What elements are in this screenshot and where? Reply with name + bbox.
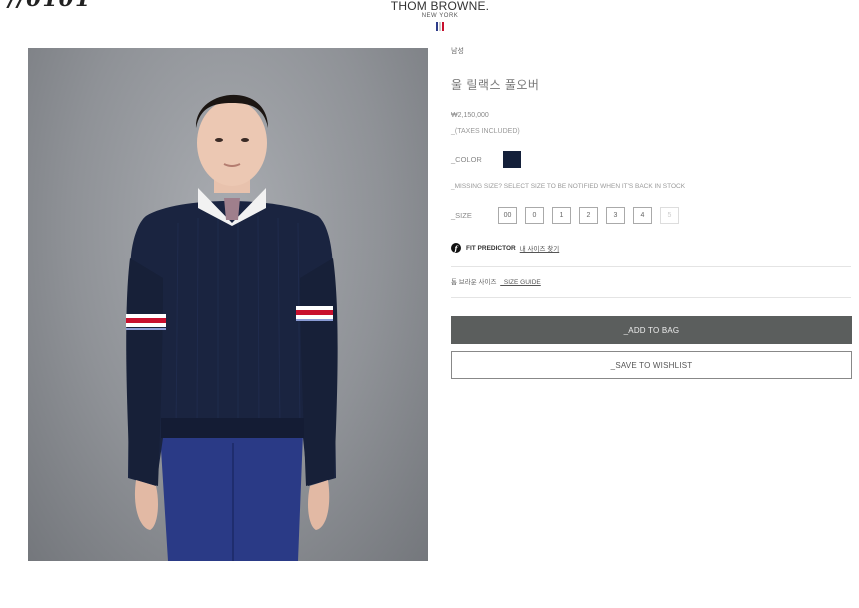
size-option-2[interactable]: 2	[579, 207, 598, 224]
size-selector: 00 0 1 2 3 4 5	[498, 207, 687, 224]
fit-predictor-icon: f	[451, 243, 461, 253]
tricolor-flag-icon	[385, 22, 495, 31]
size-option-1[interactable]: 1	[552, 207, 571, 224]
missing-size-note: _MISSING SIZE? SELECT SIZE TO BE NOTIFIE…	[451, 183, 686, 190]
size-label: _SIZE	[451, 211, 472, 220]
divider	[451, 297, 851, 298]
size-option-4[interactable]: 4	[633, 207, 652, 224]
color-label: _COLOR	[451, 155, 482, 164]
divider	[451, 266, 851, 267]
corner-logo-fragment: //0101	[8, 0, 91, 12]
fit-predictor-label: FIT PREDICTOR	[466, 244, 516, 252]
brand-logo[interactable]: THOM BROWNE. NEW YORK	[385, 0, 495, 31]
size-guide-link[interactable]: _SIZE GUIDE	[500, 279, 540, 286]
size-option-0[interactable]: 0	[525, 207, 544, 224]
product-title: 울 릴랙스 풀오버	[451, 78, 540, 92]
find-my-size-link[interactable]: 내 사이즈 찾기	[520, 243, 560, 253]
size-guide-prefix: 톰 브라운 사이즈	[451, 279, 497, 286]
color-swatch-navy[interactable]	[503, 151, 521, 168]
tax-note: _(TAXES INCLUDED)	[451, 128, 520, 135]
category-label[interactable]: 남성	[451, 46, 851, 56]
size-option-3[interactable]: 3	[606, 207, 625, 224]
product-image[interactable]	[28, 48, 428, 561]
size-guide-row: 톰 브라운 사이즈 _SIZE GUIDE	[451, 276, 541, 286]
size-option-5[interactable]: 5	[660, 207, 679, 224]
product-price: ₩2,150,000	[451, 112, 489, 119]
size-option-00[interactable]: 00	[498, 207, 517, 224]
save-to-wishlist-button[interactable]: _SAVE TO WISHLIST	[451, 351, 852, 379]
add-to-bag-button[interactable]: _ADD TO BAG	[451, 316, 852, 344]
brand-location: NEW YORK	[421, 13, 459, 19]
fit-predictor: f FIT PREDICTOR 내 사이즈 찾기	[451, 243, 559, 253]
product-info-panel: 남성 울 릴랙스 풀오버 ₩2,150,000 _(TAXES INCLUDED…	[451, 46, 852, 379]
model-photo-illustration	[126, 94, 338, 561]
brand-name: THOM BROWNE.	[390, 0, 490, 13]
